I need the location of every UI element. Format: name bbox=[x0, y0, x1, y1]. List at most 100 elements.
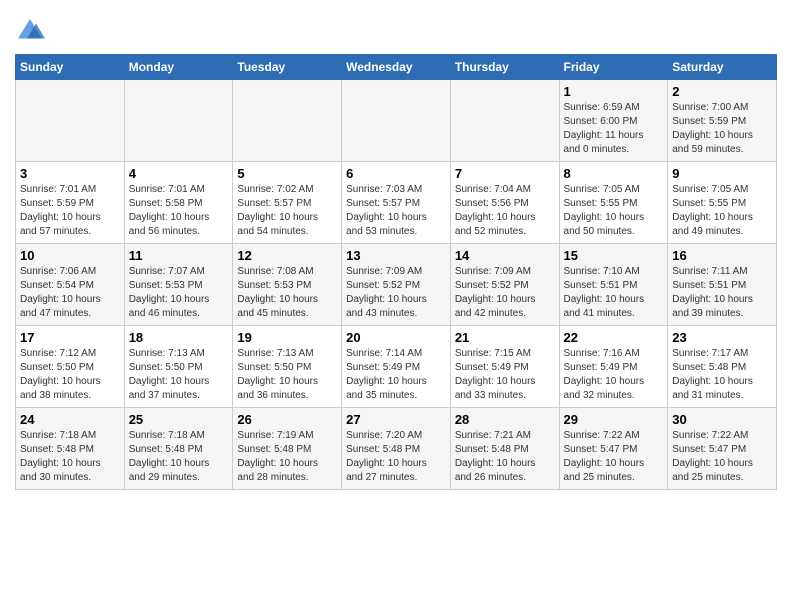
day-number: 21 bbox=[455, 330, 555, 345]
calendar-cell: 9Sunrise: 7:05 AM Sunset: 5:55 PM Daylig… bbox=[668, 162, 777, 244]
calendar-cell: 27 Sunrise: 7:20 AM Sunset: 5:48 PM Dayli… bbox=[342, 408, 451, 490]
calendar-week-row: 10 Sunrise: 7:06 AM Sunset: 5:54 PM Dayli… bbox=[16, 244, 777, 326]
calendar-cell: 29Sunrise: 7:22 AM Sunset: 5:47 PM Dayli… bbox=[559, 408, 668, 490]
calendar-cell: 17 Sunrise: 7:12 AM Sunset: 5:50 PM Dayli… bbox=[16, 326, 125, 408]
day-number: 5 bbox=[237, 166, 337, 181]
day-info: Sunrise: 7:01 AM Sunset: 5:58 PM Dayligh… bbox=[129, 183, 229, 239]
calendar-cell: 26Sunrise: 7:19 AM Sunset: 5:48 PM Dayli… bbox=[233, 408, 342, 490]
day-info: Sunrise: 7:02 AM Sunset: 5:57 PM Dayligh… bbox=[237, 183, 337, 239]
day-number: 12 bbox=[237, 248, 337, 263]
day-number: 19 bbox=[237, 330, 337, 345]
calendar-week-row: 24 Sunrise: 7:18 AM Sunset: 5:48 PM Dayli… bbox=[16, 408, 777, 490]
day-number: 3 bbox=[20, 166, 120, 181]
calendar-cell: 1 Sunrise: 6:59 AM Sunset: 6:00 PM Daylig… bbox=[559, 80, 668, 162]
day-info: Sunrise: 7:00 AM Sunset: 5:59 PM Dayligh… bbox=[672, 101, 772, 157]
day-info: Sunrise: 7:16 AM Sunset: 5:49 PM Dayligh… bbox=[564, 347, 664, 403]
day-number: 24 bbox=[20, 412, 120, 427]
weekday-header: Sunday bbox=[16, 55, 125, 80]
calendar-cell: 18 Sunrise: 7:13 AM Sunset: 5:50 PM Dayli… bbox=[124, 326, 233, 408]
weekday-header: Wednesday bbox=[342, 55, 451, 80]
day-number: 8 bbox=[564, 166, 664, 181]
day-number: 15 bbox=[564, 248, 664, 263]
calendar-cell bbox=[450, 80, 559, 162]
day-info: Sunrise: 7:03 AM Sunset: 5:57 PM Dayligh… bbox=[346, 183, 446, 239]
calendar-cell: 25 Sunrise: 7:18 AM Sunset: 5:48 PM Dayli… bbox=[124, 408, 233, 490]
calendar-cell: 19 Sunrise: 7:13 AM Sunset: 5:50 PM Dayli… bbox=[233, 326, 342, 408]
day-number: 27 bbox=[346, 412, 446, 427]
day-number: 6 bbox=[346, 166, 446, 181]
calendar-cell: 10 Sunrise: 7:06 AM Sunset: 5:54 PM Dayli… bbox=[16, 244, 125, 326]
calendar-cell: 12 Sunrise: 7:08 AM Sunset: 5:53 PM Dayli… bbox=[233, 244, 342, 326]
calendar-cell: 21 Sunrise: 7:15 AM Sunset: 5:49 PM Dayli… bbox=[450, 326, 559, 408]
day-info: Sunrise: 7:06 AM Sunset: 5:54 PM Dayligh… bbox=[20, 265, 120, 321]
day-number: 7 bbox=[455, 166, 555, 181]
calendar-cell: 11Sunrise: 7:07 AM Sunset: 5:53 PM Dayli… bbox=[124, 244, 233, 326]
day-number: 29 bbox=[564, 412, 664, 427]
day-number: 9 bbox=[672, 166, 772, 181]
day-number: 16 bbox=[672, 248, 772, 263]
calendar-cell: 3 Sunrise: 7:01 AM Sunset: 5:59 PM Daylig… bbox=[16, 162, 125, 244]
calendar-cell: 23 Sunrise: 7:17 AM Sunset: 5:48 PM Dayli… bbox=[668, 326, 777, 408]
day-info: Sunrise: 7:12 AM Sunset: 5:50 PM Dayligh… bbox=[20, 347, 120, 403]
calendar-week-row: 3 Sunrise: 7:01 AM Sunset: 5:59 PM Daylig… bbox=[16, 162, 777, 244]
day-info: Sunrise: 7:18 AM Sunset: 5:48 PM Dayligh… bbox=[129, 429, 229, 485]
day-info: Sunrise: 6:59 AM Sunset: 6:00 PM Dayligh… bbox=[564, 101, 664, 157]
day-info: Sunrise: 7:17 AM Sunset: 5:48 PM Dayligh… bbox=[672, 347, 772, 403]
day-number: 23 bbox=[672, 330, 772, 345]
day-info: Sunrise: 7:18 AM Sunset: 5:48 PM Dayligh… bbox=[20, 429, 120, 485]
calendar-cell: 5 Sunrise: 7:02 AM Sunset: 5:57 PM Daylig… bbox=[233, 162, 342, 244]
weekday-header: Saturday bbox=[668, 55, 777, 80]
day-number: 4 bbox=[129, 166, 229, 181]
calendar-cell: 16 Sunrise: 7:11 AM Sunset: 5:51 PM Dayli… bbox=[668, 244, 777, 326]
calendar-cell bbox=[16, 80, 125, 162]
day-number: 2 bbox=[672, 84, 772, 99]
day-number: 17 bbox=[20, 330, 120, 345]
day-number: 25 bbox=[129, 412, 229, 427]
calendar-week-row: 17 Sunrise: 7:12 AM Sunset: 5:50 PM Dayli… bbox=[16, 326, 777, 408]
day-number: 1 bbox=[564, 84, 664, 99]
day-info: Sunrise: 7:08 AM Sunset: 5:53 PM Dayligh… bbox=[237, 265, 337, 321]
day-number: 10 bbox=[20, 248, 120, 263]
day-info: Sunrise: 7:05 AM Sunset: 5:55 PM Dayligh… bbox=[564, 183, 664, 239]
weekday-header: Friday bbox=[559, 55, 668, 80]
day-number: 20 bbox=[346, 330, 446, 345]
calendar-cell: 24 Sunrise: 7:18 AM Sunset: 5:48 PM Dayli… bbox=[16, 408, 125, 490]
calendar-cell: 30Sunrise: 7:22 AM Sunset: 5:47 PM Dayli… bbox=[668, 408, 777, 490]
day-info: Sunrise: 7:09 AM Sunset: 5:52 PM Dayligh… bbox=[346, 265, 446, 321]
calendar-cell: 28 Sunrise: 7:21 AM Sunset: 5:48 PM Dayli… bbox=[450, 408, 559, 490]
calendar-cell bbox=[233, 80, 342, 162]
day-number: 22 bbox=[564, 330, 664, 345]
day-number: 28 bbox=[455, 412, 555, 427]
day-number: 18 bbox=[129, 330, 229, 345]
calendar-cell: 4 Sunrise: 7:01 AM Sunset: 5:58 PM Daylig… bbox=[124, 162, 233, 244]
calendar-table: SundayMondayTuesdayWednesdayThursdayFrid… bbox=[15, 54, 777, 490]
calendar-cell: 8 Sunrise: 7:05 AM Sunset: 5:55 PM Daylig… bbox=[559, 162, 668, 244]
day-info: Sunrise: 7:13 AM Sunset: 5:50 PM Dayligh… bbox=[129, 347, 229, 403]
weekday-header: Tuesday bbox=[233, 55, 342, 80]
calendar-cell bbox=[342, 80, 451, 162]
logo bbox=[15, 16, 49, 46]
day-info: Sunrise: 7:01 AM Sunset: 5:59 PM Dayligh… bbox=[20, 183, 120, 239]
day-info: Sunrise: 7:21 AM Sunset: 5:48 PM Dayligh… bbox=[455, 429, 555, 485]
calendar-cell: 14 Sunrise: 7:09 AM Sunset: 5:52 PM Dayli… bbox=[450, 244, 559, 326]
day-info: Sunrise: 7:13 AM Sunset: 5:50 PM Dayligh… bbox=[237, 347, 337, 403]
day-info: Sunrise: 7:11 AM Sunset: 5:51 PM Dayligh… bbox=[672, 265, 772, 321]
day-info: Sunrise: 7:20 AM Sunset: 5:48 PM Dayligh… bbox=[346, 429, 446, 485]
day-number: 11 bbox=[129, 248, 229, 263]
day-info: Sunrise: 7:14 AM Sunset: 5:49 PM Dayligh… bbox=[346, 347, 446, 403]
day-number: 14 bbox=[455, 248, 555, 263]
weekday-header: Thursday bbox=[450, 55, 559, 80]
weekday-header-row: SundayMondayTuesdayWednesdayThursdayFrid… bbox=[16, 55, 777, 80]
calendar-cell: 2 Sunrise: 7:00 AM Sunset: 5:59 PM Daylig… bbox=[668, 80, 777, 162]
day-number: 13 bbox=[346, 248, 446, 263]
day-info: Sunrise: 7:19 AM Sunset: 5:48 PM Dayligh… bbox=[237, 429, 337, 485]
calendar-cell bbox=[124, 80, 233, 162]
day-info: Sunrise: 7:22 AM Sunset: 5:47 PM Dayligh… bbox=[672, 429, 772, 485]
page-header bbox=[15, 10, 777, 46]
calendar-cell: 15Sunrise: 7:10 AM Sunset: 5:51 PM Dayli… bbox=[559, 244, 668, 326]
day-info: Sunrise: 7:15 AM Sunset: 5:49 PM Dayligh… bbox=[455, 347, 555, 403]
weekday-header: Monday bbox=[124, 55, 233, 80]
calendar-week-row: 1 Sunrise: 6:59 AM Sunset: 6:00 PM Daylig… bbox=[16, 80, 777, 162]
logo-icon bbox=[15, 16, 45, 46]
day-info: Sunrise: 7:09 AM Sunset: 5:52 PM Dayligh… bbox=[455, 265, 555, 321]
